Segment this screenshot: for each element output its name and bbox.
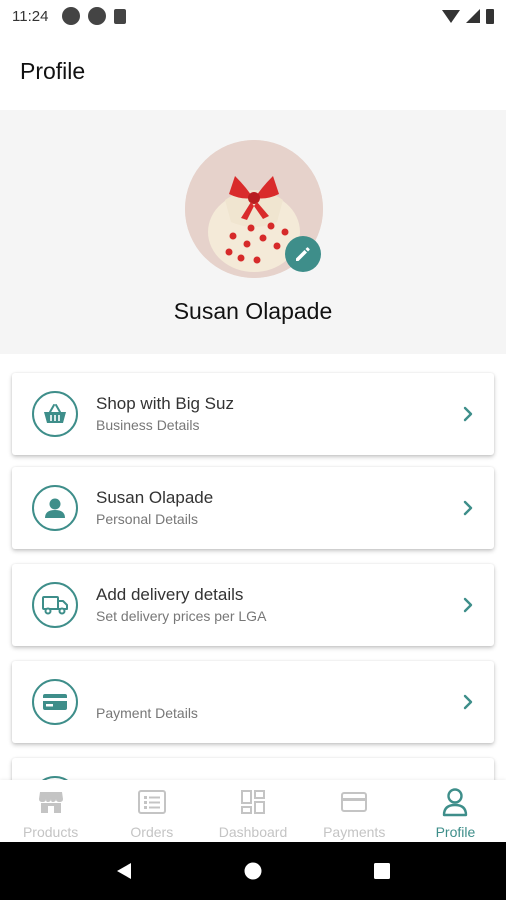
chevron-right-icon [458, 497, 478, 519]
dashboard-icon [237, 786, 269, 818]
recents-button[interactable] [362, 851, 402, 891]
nav-profile[interactable]: Profile [405, 780, 506, 842]
notification-icons [62, 7, 127, 25]
nav-payments[interactable]: Payments [304, 780, 405, 842]
back-triangle-icon [117, 863, 132, 879]
nav-products[interactable]: Products [0, 780, 101, 842]
list-icon [136, 786, 168, 818]
card-subtitle: Personal Details [96, 511, 198, 527]
app-bar: Profile [0, 32, 506, 110]
payment-details-card[interactable]: Payment Details [12, 661, 494, 743]
nav-label: Orders [130, 824, 174, 840]
delivery-details-card[interactable]: Add delivery details Set delivery prices… [12, 564, 494, 646]
profile-header: Susan Olapade [0, 110, 506, 354]
nav-label: Payments [323, 824, 386, 840]
person-icon [32, 485, 78, 531]
card-subtitle: Payment Details [96, 705, 198, 721]
card-title: Susan Olapade [96, 488, 214, 507]
basket-icon [32, 391, 78, 437]
edit-photo-button[interactable] [285, 236, 321, 272]
page-title: Profile [20, 57, 86, 84]
recents-square-icon [373, 863, 390, 879]
chevron-right-icon [458, 691, 478, 713]
store-icon [35, 786, 67, 818]
sd-card-icon [114, 8, 127, 24]
status-time: 11:24 [12, 7, 49, 25]
bottom-nav: Products Orders Dashboard Payments Profi… [0, 780, 506, 842]
status-left: 11:24 [12, 7, 127, 25]
card-title: Add delivery details [96, 585, 244, 604]
home-button[interactable] [233, 851, 273, 891]
wifi-icon [442, 9, 460, 23]
card-icon [338, 786, 370, 818]
battery-icon [486, 8, 494, 24]
status-right [442, 8, 494, 24]
system-nav-bar [0, 842, 506, 900]
nav-dashboard[interactable]: Dashboard [202, 780, 303, 842]
card-subtitle: Business Details [96, 417, 200, 433]
cell-signal-icon [466, 9, 480, 23]
pencil-icon [296, 247, 310, 261]
profile-icon [439, 786, 471, 818]
card-title: Shop with Big Suz [96, 394, 234, 413]
personal-details-card[interactable]: Susan Olapade Personal Details [12, 467, 494, 549]
credit-card-icon [32, 679, 78, 725]
home-circle-icon [244, 862, 262, 880]
nav-label: Dashboard [218, 824, 288, 840]
chevron-right-icon [458, 594, 478, 616]
chevron-right-icon [458, 403, 478, 425]
notification-app-icon [88, 7, 107, 25]
card-subtitle: Set delivery prices per LGA [96, 608, 267, 624]
status-bar: 11:24 [0, 0, 506, 32]
notification-app-icon [62, 7, 81, 25]
nav-label: Profile [435, 824, 476, 840]
profile-name: Susan Olapade [173, 298, 333, 324]
nav-orders[interactable]: Orders [101, 780, 202, 842]
back-button[interactable] [104, 851, 144, 891]
truck-icon [32, 582, 78, 628]
business-details-card[interactable]: Shop with Big Suz Business Details [12, 373, 494, 455]
nav-label: Products [22, 824, 79, 840]
